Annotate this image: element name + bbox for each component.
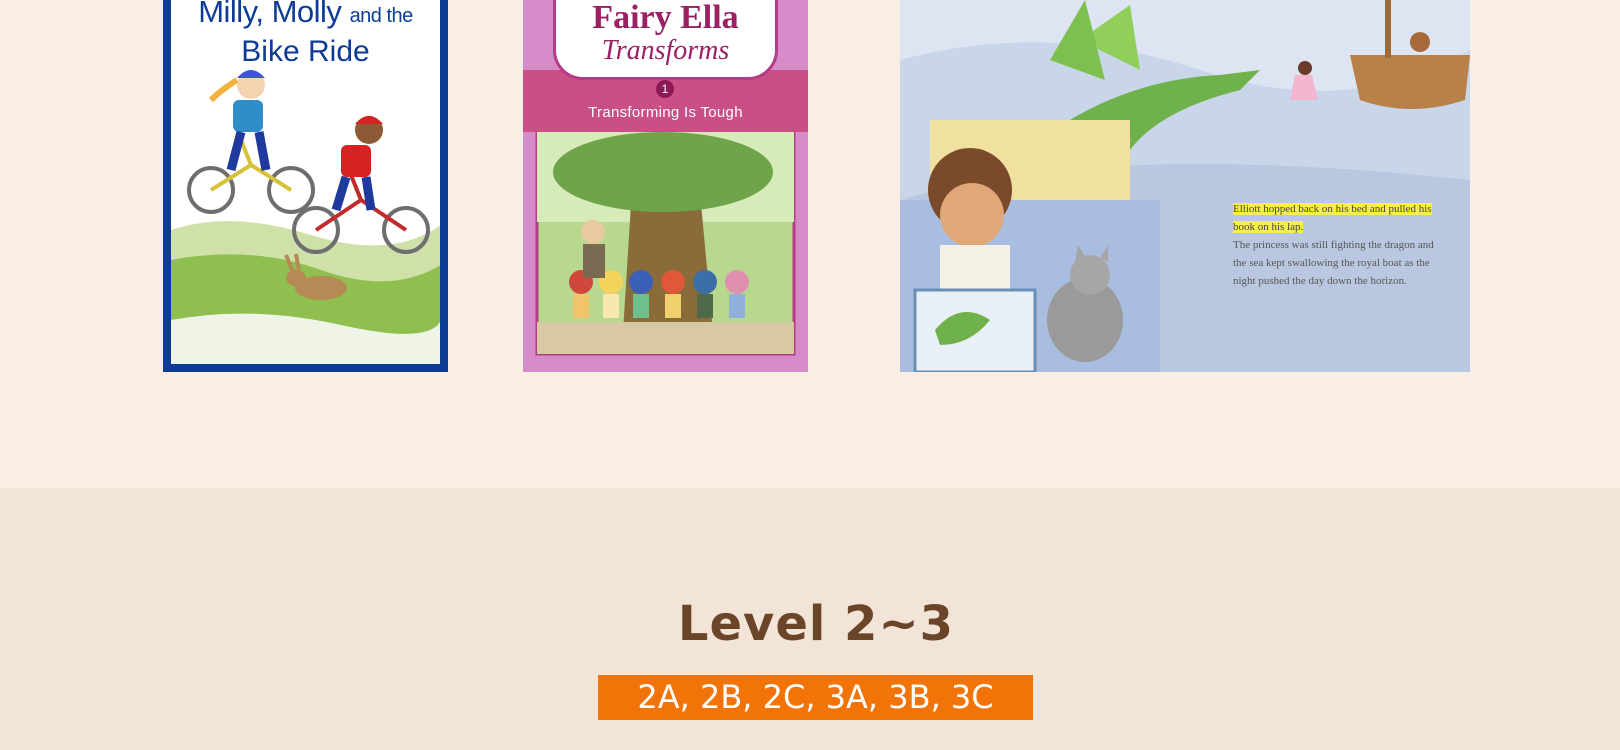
book-subtitle: Transforming Is Tough [588, 104, 743, 121]
level-badge: 2A, 2B, 2C, 3A, 3B, 3C [598, 675, 1033, 720]
book-cover-milly-molly: Milly, Molly and the Bike Ride [163, 0, 448, 372]
book-title-card: Fairy Ella Transforms [553, 0, 778, 80]
book-title-line2: Transforms [601, 35, 730, 66]
dragon-reading-illustration [900, 0, 1470, 372]
book-title-line1: Fairy Ella [592, 0, 739, 36]
page-body-text: The princess was still fighting the drag… [1233, 239, 1434, 287]
book-title-and: and the [349, 5, 414, 27]
level-title: Level 2~3 [677, 596, 955, 652]
book-title-line1: Milly, Molly [198, 0, 342, 29]
page-text: Elliott hopped back on his bed and pulle… [1233, 200, 1443, 290]
sample-page-spread: Elliott hopped back on his bed and pulle… [900, 0, 1470, 372]
fairy-class-illustration [535, 132, 796, 356]
series-number-badge: 1 [656, 80, 674, 98]
bike-ride-illustration [171, 70, 440, 364]
highlighted-sentence: Elliott hopped back on his bed and pulle… [1233, 203, 1432, 233]
book-cover-fairy-ella: Fairy Ella Transforms 1 Transforming Is … [523, 0, 808, 372]
